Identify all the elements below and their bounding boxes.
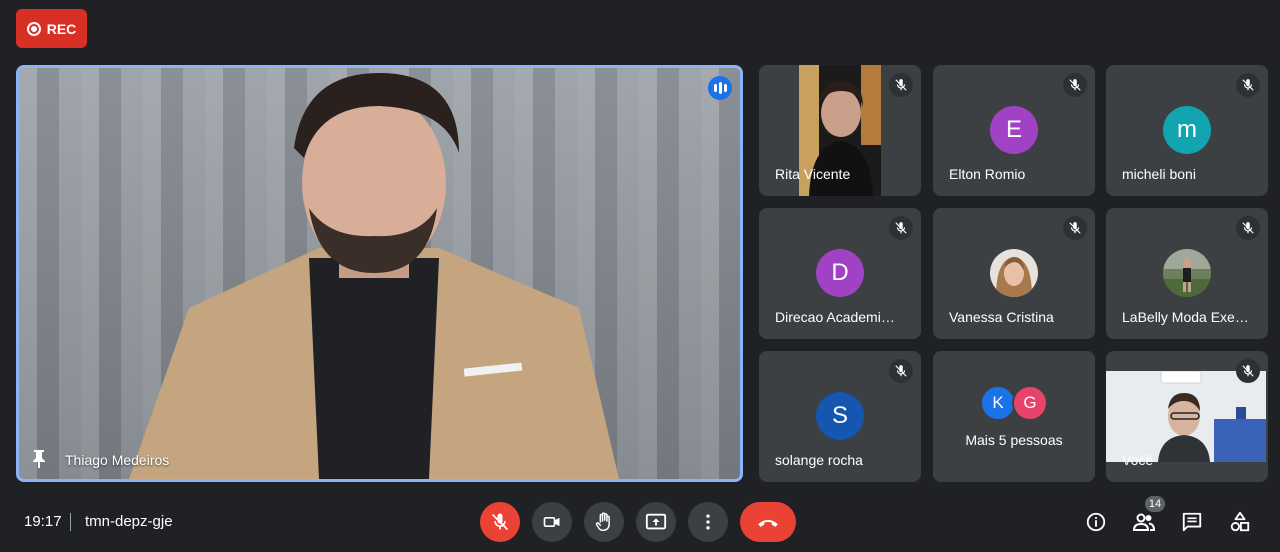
meeting-time: 19:17 [24,513,62,530]
avatar: D [816,249,864,297]
avatar: m [1163,106,1211,154]
record-icon [26,21,41,36]
main-speaker-tile[interactable]: Thiago Medeiros [16,65,743,482]
hang-up-icon [758,519,778,527]
mic-toggle-button[interactable] [480,502,520,542]
raise-hand-icon [595,512,610,531]
mic-off-icon [1236,216,1260,240]
meeting-details-button[interactable] [1084,510,1108,534]
mic-off-icon [491,513,509,531]
chat-icon [1182,512,1202,532]
participants-button[interactable] [1132,510,1156,534]
self-video [1106,371,1266,462]
mic-off-icon [889,359,913,383]
participant-tile[interactable]: Vanessa Cristina [933,208,1095,339]
avatar-photo [990,249,1038,297]
avatar: S [816,392,864,440]
participant-name: Elton Romio [949,166,1026,182]
mic-off-icon [1236,359,1260,383]
avatar: K [980,385,1016,421]
meeting-code[interactable]: tmn-depz-gje [85,513,173,530]
more-participants-tile[interactable]: K G Mais 5 pessoas [933,351,1095,482]
mic-off-icon [1063,216,1087,240]
camera-icon [543,517,560,527]
more-avatars: K G [980,385,1048,421]
participant-name: micheli boni [1122,166,1196,182]
present-screen-button[interactable] [636,502,676,542]
participant-name: LaBelly Moda Exe… [1122,309,1249,325]
participant-name: solange rocha [775,452,863,468]
mic-off-icon [1063,73,1087,97]
info-icon [1086,512,1106,532]
participants-count-badge: 14 [1145,496,1165,512]
participant-tile[interactable]: m micheli boni [1106,65,1268,196]
participant-tile[interactable]: S solange rocha [759,351,921,482]
participant-tile[interactable]: Rita Vicente [759,65,921,196]
more-options-button[interactable] [688,502,728,542]
more-participants-label: Mais 5 pessoas [965,432,1063,448]
divider [70,513,71,531]
participant-name: Você [1122,452,1154,468]
activities-button[interactable] [1228,510,1252,534]
avatar: E [990,106,1038,154]
chat-button[interactable] [1180,510,1204,534]
self-tile[interactable]: Você [1106,351,1268,482]
avatar-photo [1163,249,1211,297]
speaking-indicator-icon [708,76,732,100]
participant-tile[interactable]: LaBelly Moda Exe… [1106,208,1268,339]
mic-off-icon [889,216,913,240]
participant-tile[interactable]: E Elton Romio [933,65,1095,196]
camera-toggle-button[interactable] [532,502,572,542]
recording-label: REC [46,20,77,37]
main-speaker-name: Thiago Medeiros [65,452,170,468]
speaker-video [129,73,619,479]
mic-off-icon [1236,73,1260,97]
more-options-icon [706,514,710,530]
participant-name: Vanessa Cristina [949,309,1054,325]
present-screen-icon [645,513,667,530]
participant-name: Direcao Academi… [775,309,895,325]
activities-icon [1230,511,1250,532]
raise-hand-button[interactable] [584,502,624,542]
leave-call-button[interactable] [740,502,796,542]
participant-tile[interactable]: D Direcao Academi… [759,208,921,339]
pin-icon[interactable] [31,449,47,469]
people-icon [1132,513,1156,531]
mic-off-icon [889,73,913,97]
participant-name: Rita Vicente [775,166,851,182]
recording-badge: REC [16,9,87,48]
avatar: G [1012,385,1048,421]
